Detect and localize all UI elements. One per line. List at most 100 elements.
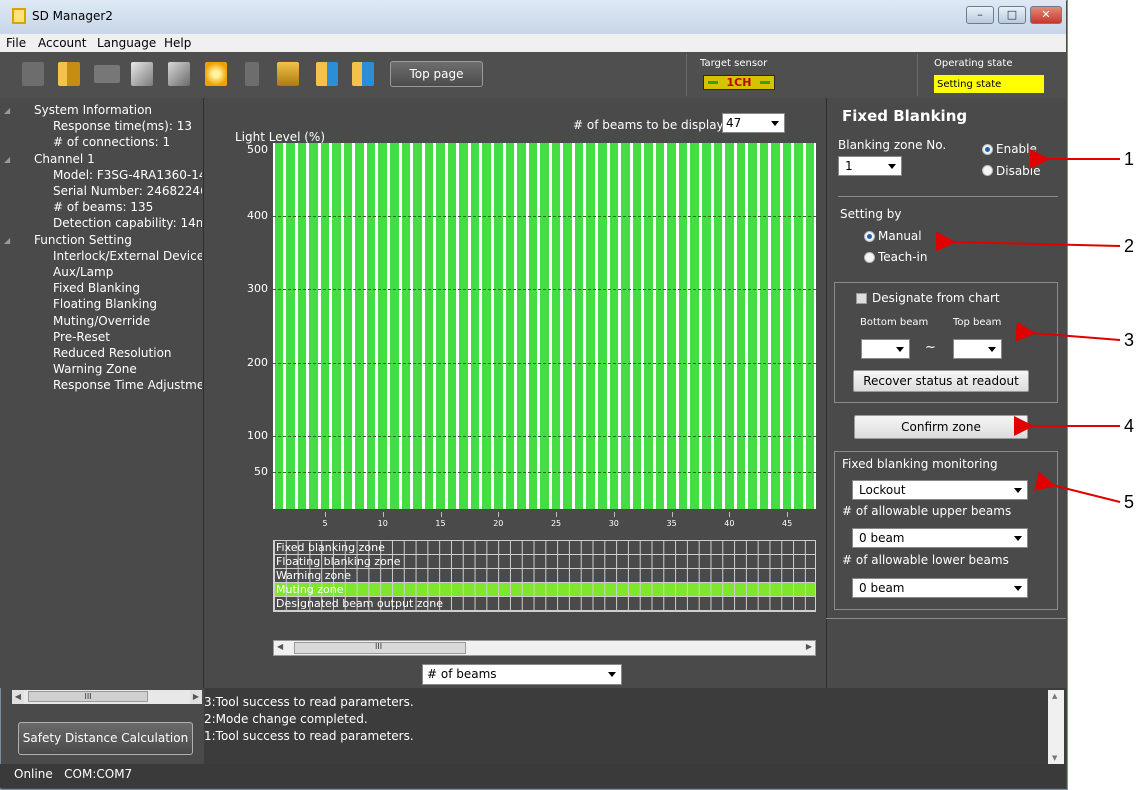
log-scrollbar[interactable]: ▲ ▼ <box>1048 690 1064 764</box>
tree-item[interactable]: Muting/Override <box>53 314 150 328</box>
tree-item[interactable]: Function Setting <box>34 233 132 247</box>
beam-bar[interactable] <box>309 143 318 509</box>
tree-item[interactable]: Aux/Lamp <box>53 265 113 279</box>
beam-bar[interactable] <box>320 143 330 509</box>
scroll-thumb[interactable]: III <box>294 642 466 654</box>
beam-bar[interactable] <box>286 143 295 509</box>
tree-item[interactable]: Serial Number: 2468224682 <box>53 184 202 198</box>
tree-item[interactable]: Detection capability: 14mm <box>53 216 202 230</box>
safety-distance-calculation-button[interactable]: Safety Distance Calculation <box>18 722 193 755</box>
export-icon[interactable] <box>316 62 338 86</box>
target-sensor-indicator[interactable]: 1CH <box>703 75 775 90</box>
scroll-right-icon[interactable]: ▶ <box>190 690 202 704</box>
beam-bar[interactable] <box>517 143 526 509</box>
beam-bar[interactable] <box>725 143 734 509</box>
beam-bar[interactable] <box>528 143 538 509</box>
beam-bar[interactable] <box>401 143 411 509</box>
menu-language[interactable]: Language <box>97 36 156 50</box>
beam-bar[interactable] <box>297 143 307 509</box>
beam-bar[interactable] <box>678 143 688 509</box>
save-icon[interactable] <box>94 65 120 83</box>
top-page-button[interactable]: Top page <box>390 61 483 87</box>
teach-in-icon[interactable] <box>205 62 227 86</box>
beam-bar[interactable] <box>586 143 595 509</box>
tree-item[interactable]: Channel 1 <box>34 152 95 166</box>
beam-bar[interactable] <box>540 143 549 509</box>
scroll-down-icon[interactable]: ▼ <box>1052 754 1057 762</box>
blanking-zone-no-select[interactable]: 1 <box>838 156 902 176</box>
beam-bar[interactable] <box>690 143 699 509</box>
beam-bar[interactable] <box>366 143 376 509</box>
tree-item[interactable]: Response time(ms): 13 <box>53 119 192 133</box>
beam-bar[interactable] <box>274 143 284 509</box>
tree-item[interactable]: System Information <box>34 103 152 117</box>
chart-scrollbar[interactable]: ◀ III ▶ <box>273 640 816 656</box>
menu-file[interactable]: File <box>6 36 26 50</box>
beam-bar[interactable] <box>494 143 503 509</box>
write-to-sensor-icon[interactable] <box>168 62 190 86</box>
beam-bar[interactable] <box>470 143 480 509</box>
beam-bar[interactable] <box>413 143 422 509</box>
beam-bar[interactable] <box>574 143 584 509</box>
read-from-sensor-icon[interactable] <box>131 62 153 86</box>
tree-item[interactable]: Model: F3SG-4RA1360-14 <box>53 168 202 182</box>
manual-radio[interactable] <box>864 231 875 242</box>
beam-bar[interactable] <box>563 143 572 509</box>
maximize-button[interactable]: □ <box>998 6 1026 24</box>
beam-bar[interactable] <box>436 143 445 509</box>
menu-help[interactable]: Help <box>164 36 191 50</box>
bottom-beam-select[interactable] <box>861 339 910 359</box>
zone-row[interactable]: Fixed blanking zone <box>274 541 815 555</box>
beam-bar[interactable] <box>655 143 665 509</box>
beam-bar[interactable] <box>447 143 457 509</box>
light-level-chart[interactable] <box>273 143 816 509</box>
beam-bar[interactable] <box>343 143 353 509</box>
beam-bar[interactable] <box>505 143 515 509</box>
beam-bar[interactable] <box>782 143 792 509</box>
scroll-left-icon[interactable]: ◀ <box>12 690 24 704</box>
zone-row[interactable]: Muting zone <box>274 583 815 597</box>
zone-row[interactable]: Designated beam output zone <box>274 597 815 611</box>
new-file-icon[interactable] <box>22 62 44 86</box>
beam-bar[interactable] <box>459 143 468 509</box>
close-button[interactable]: ✕ <box>1030 6 1062 24</box>
teach-in-radio[interactable] <box>864 252 875 263</box>
tree-expander-icon[interactable]: ◢ <box>4 155 10 164</box>
minimize-button[interactable]: – <box>966 6 994 24</box>
beam-bar[interactable] <box>424 143 434 509</box>
beam-bar[interactable] <box>713 143 723 509</box>
beam-bar[interactable] <box>701 143 711 509</box>
tree-item[interactable]: # of beams: 135 <box>53 200 153 214</box>
beam-bar[interactable] <box>748 143 757 509</box>
beam-bar[interactable] <box>378 143 388 509</box>
lock-icon[interactable] <box>277 62 299 86</box>
tree-item[interactable]: Warning Zone <box>53 362 137 376</box>
beam-bar[interactable] <box>794 143 803 509</box>
x-axis-select[interactable]: # of beams <box>422 664 622 685</box>
key-icon[interactable] <box>245 62 259 86</box>
beam-bar[interactable] <box>759 143 769 509</box>
zone-row[interactable]: Floating blanking zone <box>274 555 815 569</box>
scroll-left-icon[interactable]: ◀ <box>277 642 283 651</box>
tree-item[interactable]: Reduced Resolution <box>53 346 172 360</box>
tree-expander-icon[interactable]: ◢ <box>4 236 10 245</box>
beam-bar[interactable] <box>644 143 653 509</box>
beam-bar[interactable] <box>771 143 780 509</box>
beam-bar[interactable] <box>597 143 607 509</box>
tree-item[interactable]: Pre-Reset <box>53 330 110 344</box>
beam-bar[interactable] <box>551 143 561 509</box>
upper-beams-select[interactable]: 0 beam <box>852 528 1028 548</box>
tree-item[interactable]: Response Time Adjustment <box>53 378 202 392</box>
beam-bar[interactable] <box>332 143 341 509</box>
import-icon[interactable] <box>352 62 374 86</box>
beam-bar[interactable] <box>736 143 746 509</box>
beam-bar[interactable] <box>609 143 619 509</box>
scroll-up-icon[interactable]: ▲ <box>1052 692 1057 700</box>
scroll-right-icon[interactable]: ▶ <box>806 642 812 651</box>
beam-bar[interactable] <box>667 143 676 509</box>
beams-displayed-select[interactable]: 47 <box>722 113 785 133</box>
tree-item[interactable]: Fixed Blanking <box>53 281 140 295</box>
beam-bar[interactable] <box>632 143 642 509</box>
beam-bar[interactable] <box>805 143 815 509</box>
scroll-thumb[interactable]: III <box>28 691 148 702</box>
